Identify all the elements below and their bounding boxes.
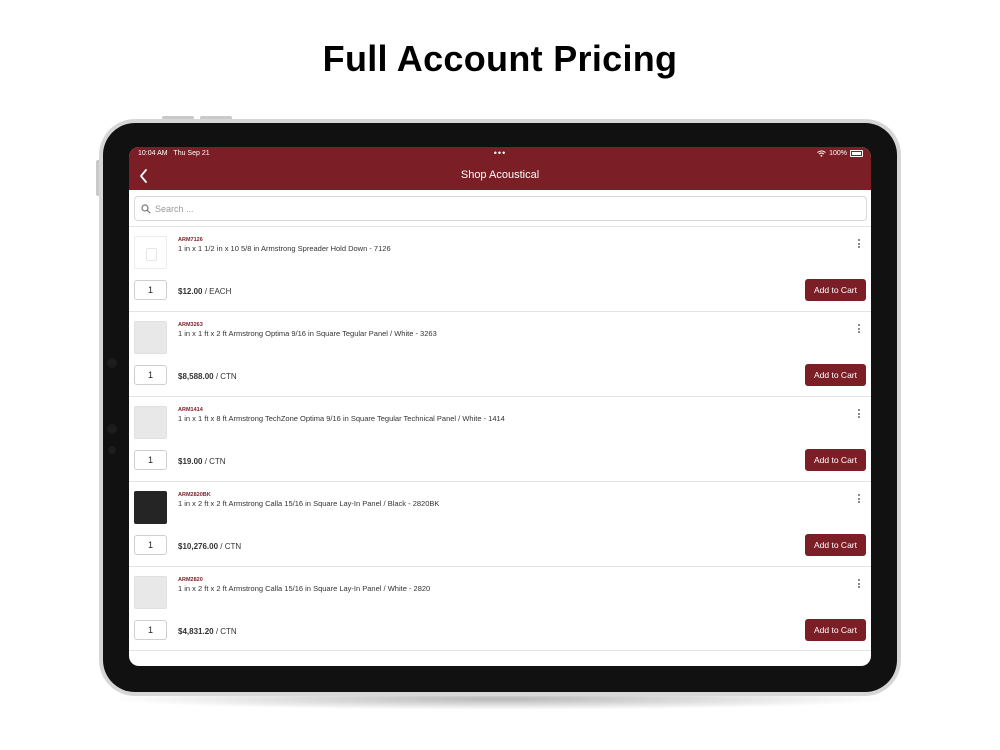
app-screen: 10:04 AM Thu Sep 21 ••• 100% Shop Acoust…: [129, 147, 871, 666]
product-thumbnail[interactable]: [134, 491, 167, 524]
page-headline: Full Account Pricing: [322, 38, 678, 79]
more-options-icon[interactable]: [856, 494, 862, 508]
product-name[interactable]: 1 in x 1 ft x 8 ft Armstrong TechZone Op…: [178, 414, 505, 423]
product-thumbnail[interactable]: [134, 406, 167, 439]
nav-bar: 10:04 AM Thu Sep 21 ••• 100% Shop Acoust…: [129, 147, 871, 190]
camera-dot: [107, 358, 117, 368]
search-bar[interactable]: [134, 196, 867, 221]
price-value: $12.00: [178, 287, 203, 296]
wifi-icon: [817, 150, 826, 157]
product-name[interactable]: 1 in x 1 1/2 in x 10 5/8 in Armstrong Sp…: [178, 244, 391, 253]
status-right: 100%: [817, 150, 863, 157]
product-row[interactable]: ARM2820BK 1 in x 2 ft x 2 ft Armstrong Ca…: [129, 481, 871, 566]
product-row[interactable]: ARM1414 1 in x 1 ft x 8 ft Armstrong Tech…: [129, 396, 871, 481]
product-sku: ARM2820: [178, 577, 203, 583]
price-value: $8,588.00: [178, 372, 214, 381]
product-thumbnail[interactable]: [134, 321, 167, 354]
product-row[interactable]: ARM2820 1 in x 2 ft x 2 ft Armstrong Call…: [129, 566, 871, 651]
product-name[interactable]: 1 in x 1 ft x 2 ft Armstrong Optima 9/16…: [178, 329, 437, 338]
battery-percent: 100%: [829, 150, 847, 157]
quantity-field[interactable]: 1: [134, 535, 167, 555]
search-icon: [141, 204, 151, 214]
product-row[interactable]: ARM7126 1 in x 1 1/2 in x 10 5/8 in Armst…: [129, 226, 871, 311]
add-to-cart-button[interactable]: Add to Cart: [805, 364, 866, 386]
product-name[interactable]: 1 in x 2 ft x 2 ft Armstrong Calla 15/16…: [178, 584, 430, 593]
quantity-field[interactable]: 1: [134, 365, 167, 385]
price-unit: / CTN: [213, 372, 237, 381]
page-title: Shop Acoustical: [460, 169, 540, 181]
product-sku: ARM2820BK: [178, 492, 211, 498]
product-price: $8,588.00 / CTN: [178, 372, 237, 381]
price-value: $19.00: [178, 457, 203, 466]
product-price: $19.00 / CTN: [178, 457, 226, 466]
more-options-icon[interactable]: [856, 324, 862, 338]
quantity-field[interactable]: 1: [134, 620, 167, 640]
price-value: $4,831.20: [178, 627, 214, 636]
product-price: $12.00 / EACH: [178, 287, 231, 296]
more-options-icon[interactable]: [856, 239, 862, 253]
search-input[interactable]: [155, 200, 855, 217]
more-options-icon[interactable]: [856, 579, 862, 593]
quantity-field[interactable]: 1: [134, 450, 167, 470]
product-sku: ARM3263: [178, 322, 203, 328]
product-price: $4,831.20 / CTN: [178, 627, 237, 636]
product-sku: ARM7126: [178, 237, 203, 243]
price-unit: / EACH: [202, 287, 232, 296]
camera-dot: [107, 424, 117, 434]
multitask-dots[interactable]: •••: [129, 148, 871, 158]
battery-icon: [850, 150, 863, 157]
price-unit: / CTN: [213, 627, 237, 636]
price-unit: / CTN: [218, 542, 242, 551]
product-thumbnail[interactable]: [134, 236, 167, 269]
product-name[interactable]: 1 in x 2 ft x 2 ft Armstrong Calla 15/16…: [178, 499, 439, 508]
add-to-cart-button[interactable]: Add to Cart: [805, 449, 866, 471]
price-unit: / CTN: [202, 457, 226, 466]
product-thumbnail[interactable]: [134, 576, 167, 609]
add-to-cart-button[interactable]: Add to Cart: [805, 279, 866, 301]
product-sku: ARM1414: [178, 407, 203, 413]
product-row[interactable]: ARM3263 1 in x 1 ft x 2 ft Armstrong Opti…: [129, 311, 871, 396]
add-to-cart-button[interactable]: Add to Cart: [805, 619, 866, 641]
more-options-icon[interactable]: [856, 409, 862, 423]
camera-dot: [108, 446, 116, 454]
add-to-cart-button[interactable]: Add to Cart: [805, 534, 866, 556]
quantity-field[interactable]: 1: [134, 280, 167, 300]
price-value: $10,276.00: [178, 542, 219, 551]
product-list: ARM7126 1 in x 1 1/2 in x 10 5/8 in Armst…: [129, 226, 871, 651]
product-price: $10,276.00 / CTN: [178, 542, 241, 551]
